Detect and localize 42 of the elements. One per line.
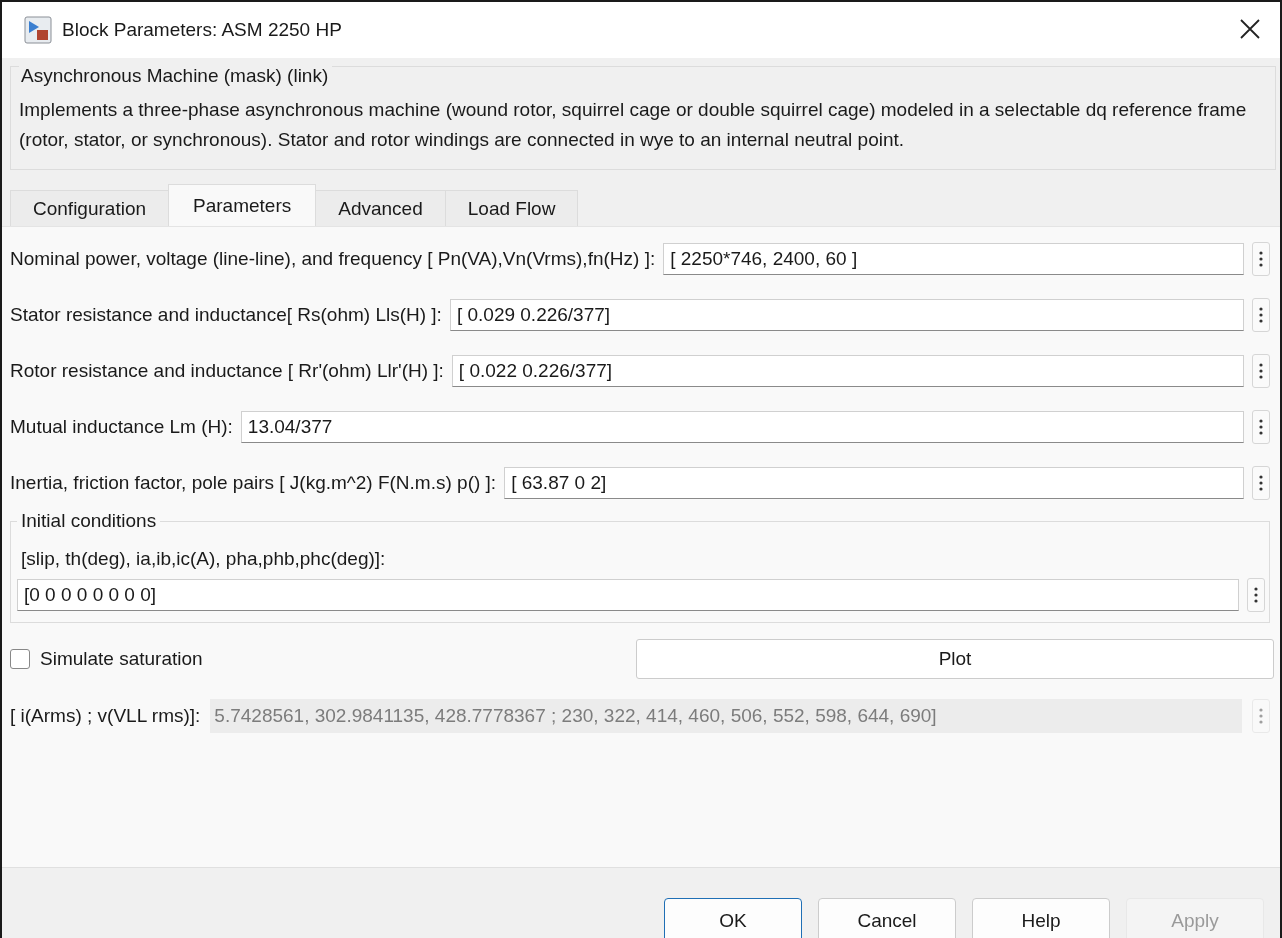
parameter-label: Inertia, friction factor, pole pairs [ J(kg.m^2) F(N.m.s) p() ]: — [10, 472, 497, 494]
dialog-button[interactable]: Cancel — [818, 898, 956, 938]
more-options-button[interactable] — [1252, 699, 1270, 733]
plot-button[interactable]: Plot — [636, 639, 1274, 679]
more-icon — [1259, 251, 1263, 267]
tab[interactable]: Load Flow — [444, 190, 579, 226]
input-field[interactable]: [0 0 0 0 0 0 0 0] — [17, 579, 1239, 611]
tab[interactable]: Advanced — [315, 190, 446, 226]
tab[interactable]: Configuration — [10, 190, 170, 226]
input-field[interactable]: [ 63.87 0 2] — [504, 467, 1244, 499]
more-icon — [1259, 419, 1263, 435]
dialog-button[interactable]: Help — [972, 898, 1110, 938]
dialog-button[interactable]: OK — [664, 898, 802, 938]
more-options-button[interactable] — [1252, 466, 1270, 500]
parameter-label: [slip, th(deg), ia,ib,ic(A), pha,phb,phc(deg)]: — [21, 548, 387, 570]
parameter-label: Nominal power, voltage (line-line), and frequency [ Pn(VA),Vn(Vrms),fn(Hz) ]: — [10, 248, 656, 270]
input-field[interactable]: 13.04/377 — [240, 411, 1244, 443]
more-icon — [1259, 363, 1263, 379]
more-icon — [1259, 475, 1263, 491]
description-text: Implements a three-phase asynchronous machine (wound rotor, squirrel cage or double squirrel cage) modeled in a selectable dq reference frame (rotor, stator, or synchronous). Stator and rotor windings are connected in wye to an internal neutral point. — [19, 98, 1248, 152]
input-field[interactable]: [ 0.029 0.226/377] — [449, 299, 1244, 331]
input-field[interactable]: [ 2250*746, 2400, 60 ] — [663, 243, 1244, 275]
input-field[interactable]: [ 0.022 0.226/377] — [451, 355, 1244, 387]
tab[interactable]: Parameters — [168, 184, 317, 226]
more-options-button[interactable] — [1252, 298, 1270, 332]
window-title: Block Parameters: ASM 2250 HP — [62, 19, 343, 41]
more-icon — [1259, 708, 1263, 724]
parameter-label: Stator resistance and inductance[ Rs(ohm) Lls(H) ]: — [10, 304, 442, 326]
app-icon — [24, 16, 52, 44]
more-options-button[interactable] — [1252, 242, 1270, 276]
more-options-button[interactable] — [1252, 410, 1270, 444]
parameter-label: Rotor resistance and inductance [ Rr'(ohm) Llr'(H) ]: — [10, 360, 444, 382]
checkbox[interactable] — [10, 649, 30, 669]
more-options-button[interactable] — [1252, 354, 1270, 388]
more-icon — [1254, 587, 1258, 603]
more-options-button[interactable] — [1247, 578, 1265, 612]
more-icon — [1259, 307, 1263, 323]
parameter-label: Mutual inductance Lm (H): — [10, 416, 233, 438]
group-title: Asynchronous Machine (mask) (link) — [19, 65, 333, 87]
close-icon — [1239, 18, 1261, 40]
parameter-label: [ i(Arms) ; v(VLL rms)]: — [10, 705, 201, 727]
checkbox-label: Simulate saturation — [40, 648, 203, 670]
